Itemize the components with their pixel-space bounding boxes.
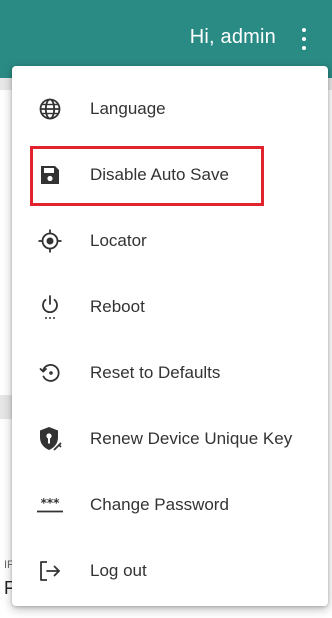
menu-item-reboot[interactable]: Reboot	[12, 274, 328, 340]
menu-item-label: Renew Device Unique Key	[90, 429, 293, 448]
menu-item-log-out[interactable]: Log out	[12, 538, 328, 604]
menu-item-label: Log out	[90, 561, 147, 580]
svg-text:***: ***	[41, 496, 61, 510]
more-vertical-icon[interactable]	[300, 28, 308, 50]
password-icon: ***	[36, 491, 64, 519]
restore-icon	[36, 359, 64, 387]
menu-item-label: Reset to Defaults	[90, 363, 221, 382]
menu-item-renew-device-unique-key[interactable]: Renew Device Unique Key	[12, 406, 328, 472]
menu-item-label: Language	[90, 99, 166, 118]
menu-item-language[interactable]: Language	[12, 76, 328, 142]
app-screen: Hi, admin IF F Language Disable Auto Sav…	[0, 0, 332, 618]
power-icon	[36, 293, 64, 321]
menu-item-label: Disable Auto Save	[90, 165, 229, 184]
menu-item-label: Locator	[90, 231, 147, 250]
shield-key-icon	[36, 425, 64, 453]
greeting-text: Hi, admin	[189, 26, 276, 48]
crosshair-target-icon	[36, 227, 64, 255]
logout-icon	[36, 557, 64, 585]
menu-item-change-password[interactable]: *** Change Password	[12, 472, 328, 538]
menu-item-reset-to-defaults[interactable]: Reset to Defaults	[12, 340, 328, 406]
menu-item-locator[interactable]: Locator	[12, 208, 328, 274]
globe-icon	[36, 95, 64, 123]
menu-item-disable-auto-save[interactable]: Disable Auto Save	[12, 142, 328, 208]
user-dropdown-menu: Language Disable Auto Save Locator Reboo…	[12, 66, 328, 606]
menu-item-label: Reboot	[90, 297, 145, 316]
floppy-disk-icon	[36, 161, 64, 189]
menu-item-label: Change Password	[90, 495, 229, 514]
background-panel-edge	[0, 395, 12, 419]
